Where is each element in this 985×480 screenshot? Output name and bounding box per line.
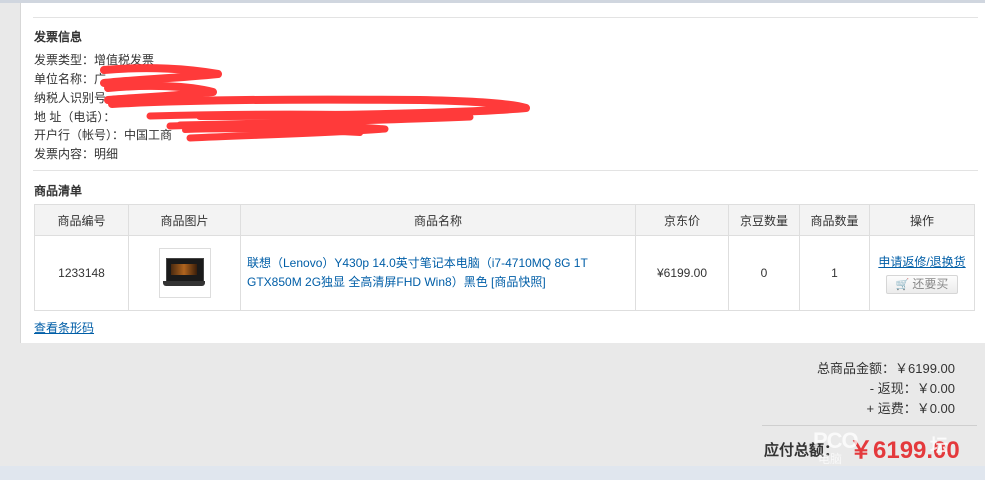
- bottom-strip: [0, 466, 985, 480]
- subtotal-amount: 总商品金额：￥6199.00: [817, 361, 955, 376]
- shipping-fee: + 运费：￥0.00: [866, 401, 955, 416]
- total-divider: [762, 425, 977, 426]
- watermark-sub: 电脑: [818, 452, 843, 466]
- cashback-amount: - 返现：￥0.00: [869, 381, 955, 396]
- watermark-side: 坛: [930, 436, 948, 456]
- redaction-scribble: [100, 64, 530, 142]
